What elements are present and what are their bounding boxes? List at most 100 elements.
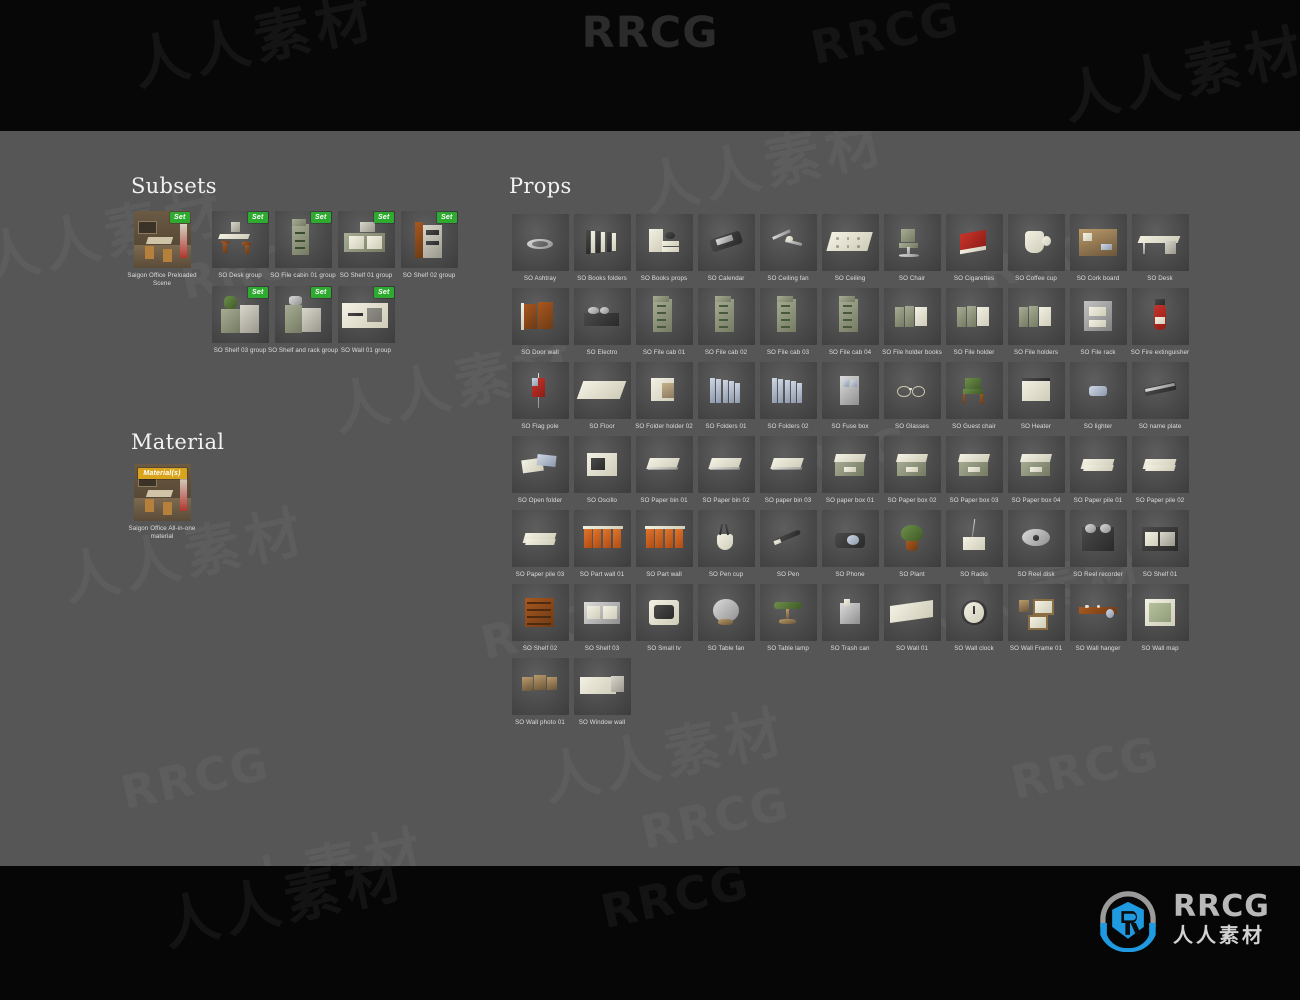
prop-thumbnail[interactable] — [759, 584, 817, 641]
prop-thumbnail[interactable] — [511, 214, 569, 271]
prop-thumbnail[interactable] — [511, 362, 569, 419]
prop-thumbnail[interactable] — [945, 584, 1003, 641]
prop-thumbnail[interactable] — [945, 510, 1003, 567]
prop-thumbnail[interactable] — [1069, 510, 1127, 567]
prop-thumbnail[interactable] — [573, 436, 631, 493]
prop-item[interactable]: SO Shelf 03 — [571, 584, 633, 653]
subset-item[interactable]: Set SO Shelf and rack group — [268, 286, 338, 355]
prop-item[interactable]: SO Electro — [571, 288, 633, 357]
prop-thumbnail[interactable] — [573, 510, 631, 567]
subset-thumbnail[interactable]: Set — [274, 286, 332, 343]
prop-thumbnail[interactable] — [821, 214, 879, 271]
prop-item[interactable]: SO File cab 03 — [757, 288, 819, 357]
prop-item[interactable]: SO Shelf 02 — [509, 584, 571, 653]
prop-thumbnail[interactable] — [1131, 436, 1189, 493]
subset-thumbnail[interactable]: Set — [337, 211, 395, 268]
subset-item[interactable]: Set SO Desk group — [209, 211, 271, 280]
prop-item[interactable]: SO Table lamp — [757, 584, 819, 653]
prop-thumbnail[interactable] — [883, 436, 941, 493]
prop-item[interactable]: SO Wall hanger — [1067, 584, 1129, 653]
prop-thumbnail[interactable] — [1007, 584, 1065, 641]
prop-thumbnail[interactable] — [697, 288, 755, 345]
prop-item[interactable]: SO Heater — [1005, 362, 1067, 431]
prop-thumbnail[interactable] — [697, 436, 755, 493]
prop-item[interactable]: SO Folders 01 — [695, 362, 757, 431]
prop-thumbnail[interactable] — [821, 362, 879, 419]
prop-thumbnail[interactable] — [635, 584, 693, 641]
prop-item[interactable]: SO Paper box 02 — [881, 436, 943, 505]
subset-item[interactable]: Set SO Shelf 01 group — [335, 211, 397, 280]
prop-thumbnail[interactable] — [635, 510, 693, 567]
prop-item[interactable]: SO Reel recorder — [1067, 510, 1129, 579]
prop-item[interactable]: SO Books props — [633, 214, 695, 283]
prop-item[interactable]: SO File holders — [1005, 288, 1067, 357]
prop-thumbnail[interactable] — [1131, 288, 1189, 345]
prop-item[interactable]: SO Radio — [943, 510, 1005, 579]
prop-item[interactable]: SO Folder holder 02 — [633, 362, 695, 431]
prop-thumbnail[interactable] — [821, 436, 879, 493]
subset-feature-tile[interactable]: Set Saigon Office Preloaded Scene — [127, 211, 197, 288]
prop-thumbnail[interactable] — [759, 288, 817, 345]
material-feature-thumbnail[interactable]: Material(s) — [133, 464, 191, 521]
prop-item[interactable]: SO Paper pile 03 — [509, 510, 571, 579]
prop-item[interactable]: SO Part wall — [633, 510, 695, 579]
subset-thumbnail[interactable]: Set — [211, 211, 269, 268]
prop-item[interactable]: SO Paper pile 01 — [1067, 436, 1129, 505]
prop-item[interactable]: SO Fire extinguisher — [1129, 288, 1191, 357]
prop-thumbnail[interactable] — [1069, 288, 1127, 345]
prop-thumbnail[interactable] — [511, 436, 569, 493]
prop-thumbnail[interactable] — [945, 288, 1003, 345]
prop-item[interactable]: SO Paper pile 02 — [1129, 436, 1191, 505]
prop-thumbnail[interactable] — [1069, 214, 1127, 271]
prop-thumbnail[interactable] — [573, 362, 631, 419]
subset-item[interactable]: Set SO File cabin 01 group — [270, 211, 336, 280]
subset-thumbnail[interactable]: Set — [211, 286, 269, 343]
prop-item[interactable]: SO Reel disk — [1005, 510, 1067, 579]
prop-item[interactable]: SO File holder — [943, 288, 1005, 357]
prop-thumbnail[interactable] — [883, 584, 941, 641]
prop-thumbnail[interactable] — [573, 214, 631, 271]
subset-thumbnail[interactable]: Set — [274, 211, 332, 268]
prop-thumbnail[interactable] — [1131, 510, 1189, 567]
prop-item[interactable]: SO Paper box 04 — [1005, 436, 1067, 505]
prop-item[interactable]: SO File cab 02 — [695, 288, 757, 357]
prop-item[interactable]: SO lighter — [1067, 362, 1129, 431]
prop-item[interactable]: SO Wall photo 01 — [509, 658, 571, 727]
prop-item[interactable]: SO Guest chair — [943, 362, 1005, 431]
prop-item[interactable]: SO Floor — [571, 362, 633, 431]
subset-feature-thumbnail[interactable]: Set — [133, 211, 191, 268]
prop-thumbnail[interactable] — [1131, 214, 1189, 271]
prop-thumbnail[interactable] — [1131, 362, 1189, 419]
prop-thumbnail[interactable] — [1007, 362, 1065, 419]
prop-thumbnail[interactable] — [945, 214, 1003, 271]
prop-item[interactable]: SO Glasses — [881, 362, 943, 431]
prop-thumbnail[interactable] — [573, 658, 631, 715]
prop-item[interactable]: SO Door wall — [509, 288, 571, 357]
prop-thumbnail[interactable] — [1007, 214, 1065, 271]
prop-item[interactable]: SO Calendar — [695, 214, 757, 283]
prop-thumbnail[interactable] — [697, 362, 755, 419]
prop-thumbnail[interactable] — [1069, 584, 1127, 641]
prop-item[interactable]: SO paper box 01 — [819, 436, 881, 505]
prop-thumbnail[interactable] — [759, 436, 817, 493]
subset-item[interactable]: Set SO Shelf 02 group — [398, 211, 460, 280]
prop-thumbnail[interactable] — [573, 584, 631, 641]
prop-thumbnail[interactable] — [883, 214, 941, 271]
material-feature-tile[interactable]: Material(s) Saigon Office All-in-one mat… — [129, 464, 195, 541]
prop-thumbnail[interactable] — [945, 436, 1003, 493]
prop-item[interactable]: SO Paper bin 02 — [695, 436, 757, 505]
prop-item[interactable]: SO File cab 01 — [633, 288, 695, 357]
prop-thumbnail[interactable] — [573, 288, 631, 345]
prop-thumbnail[interactable] — [883, 288, 941, 345]
prop-item[interactable]: SO Pen — [757, 510, 819, 579]
prop-item[interactable]: SO Window wall — [571, 658, 633, 727]
prop-thumbnail[interactable] — [1007, 436, 1065, 493]
prop-item[interactable]: SO Wall map — [1129, 584, 1191, 653]
prop-thumbnail[interactable] — [821, 584, 879, 641]
prop-item[interactable]: SO Part wall 01 — [571, 510, 633, 579]
prop-item[interactable]: SO Ceiling fan — [757, 214, 819, 283]
prop-item[interactable]: SO Ceiling — [819, 214, 881, 283]
subset-thumbnail[interactable]: Set — [400, 211, 458, 268]
prop-thumbnail[interactable] — [759, 214, 817, 271]
prop-thumbnail[interactable] — [635, 362, 693, 419]
